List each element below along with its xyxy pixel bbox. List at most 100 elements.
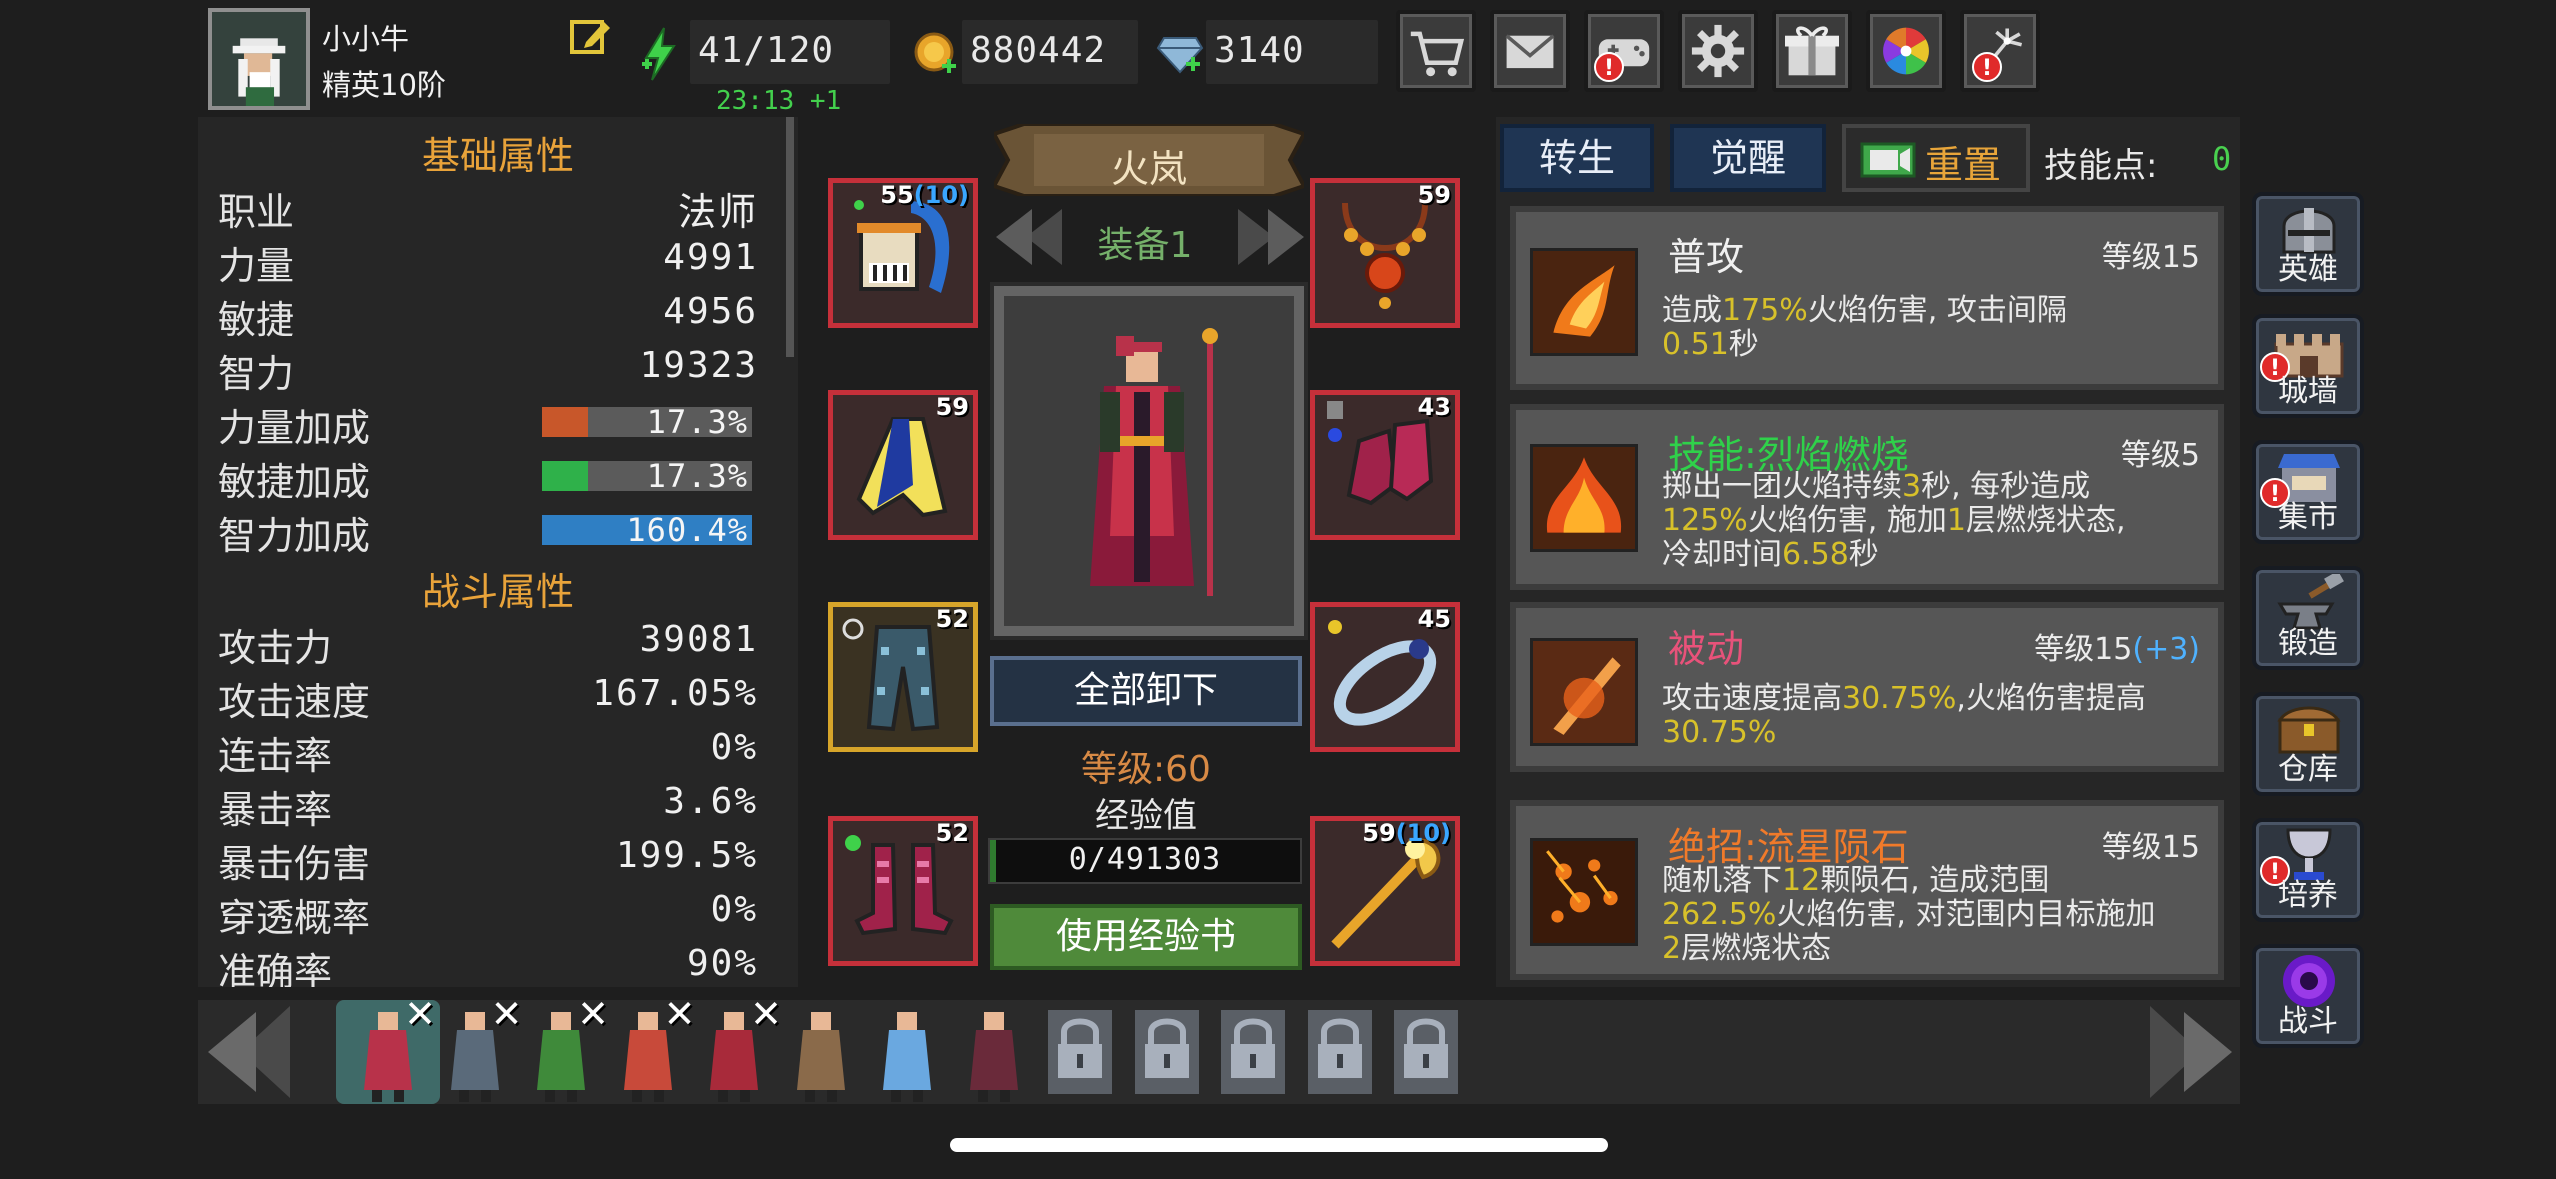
- nav-warehouse-button[interactable]: 仓库: [2252, 692, 2364, 796]
- avatar-portrait-icon: [212, 12, 306, 106]
- mail-icon: [1505, 34, 1555, 69]
- skill-desc-text: 秒: [1728, 327, 1759, 362]
- strength-bonus-bar: 17.3%: [542, 403, 752, 441]
- stat-value-accuracy: 90%: [686, 943, 758, 984]
- rebirth-tab[interactable]: 转生: [1500, 124, 1654, 192]
- skill-level-bonus: (+3): [2132, 632, 2200, 667]
- arrow-right-icon: [1238, 209, 1304, 265]
- color-wheel-icon: [1883, 27, 1929, 75]
- reset-label: 重置: [1925, 143, 2002, 187]
- stat-label-intelligence-bonus: 智力加成: [218, 514, 371, 558]
- skill-card-basic-attack[interactable]: 普攻 等级15 造成175%火焰伤害, 攻击间隔 0.51秒: [1510, 206, 2224, 390]
- strength-bonus-fill: [542, 407, 588, 437]
- skill-desc-text: 冷却时间: [1662, 537, 1782, 572]
- equip-slot-helmet[interactable]: 55(10): [828, 178, 978, 328]
- arrow-right-icon: [2150, 1006, 2232, 1098]
- pants-level: 52: [935, 605, 969, 633]
- use-exp-book-button[interactable]: 使用经验书: [990, 904, 1302, 970]
- skill-desc-text: 层燃烧状态,: [1965, 503, 2126, 538]
- skill-desc-value: 125%: [1662, 503, 1748, 538]
- stamina-regen-timer: 23:13 +1: [716, 86, 842, 116]
- fireworks-alert-badge: !: [1972, 52, 2002, 82]
- skill-level: 等级15(+3): [2034, 632, 2200, 667]
- meteor-icon: [1533, 841, 1635, 943]
- skill-level: 等级15: [2101, 830, 2200, 865]
- skill-desc-text: 造成: [1662, 293, 1722, 328]
- settings-button[interactable]: [1678, 10, 1758, 92]
- settings-gear-icon: [1691, 24, 1745, 78]
- stat-label-crit-rate: 暴击率: [218, 788, 333, 832]
- stat-value-class: 法师: [677, 190, 758, 234]
- skill-description: 掷出一团火焰持续3秒, 每秒造成 125%火焰伤害, 施加1层燃烧状态, 冷却时间6…: [1662, 470, 2222, 572]
- nav-wall-label: 城墙: [2278, 374, 2338, 409]
- arrow-left-icon: [208, 1006, 290, 1098]
- skill-desc-text: ,火焰伤害提高: [1956, 681, 2146, 716]
- mail-button[interactable]: [1490, 10, 1570, 92]
- skill-desc-value: 30.75%: [1662, 715, 1777, 750]
- stats-scrollbar[interactable]: [786, 117, 794, 357]
- gloves-level: 43: [1417, 393, 1451, 421]
- roster-prev-button[interactable]: [200, 1002, 296, 1102]
- minigame-button[interactable]: [1584, 10, 1664, 92]
- color-wheel-button[interactable]: [1866, 10, 1946, 92]
- flame-burst-icon: [1533, 447, 1635, 549]
- nav-wall-button[interactable]: ! 城墙: [2252, 314, 2364, 418]
- gift-icon: [1785, 26, 1839, 76]
- skill-name: 被动: [1668, 627, 1745, 671]
- equip-slot-staff[interactable]: 59(10): [1310, 816, 1460, 966]
- skill-card-passive[interactable]: 被动 等级15(+3) 攻击速度提高30.75%,火焰伤害提高 30.75%: [1510, 602, 2224, 772]
- stat-label-accuracy: 准确率: [218, 950, 333, 987]
- helmet-level: 55(10): [880, 181, 969, 209]
- stat-value-intelligence: 19323: [639, 345, 758, 386]
- skill-description: 随机落下12颗陨石, 造成范围 262.5%火焰伤害, 对范围内目标施加 2层燃烧状…: [1662, 864, 2222, 966]
- nav-hero-button[interactable]: 英雄: [2252, 192, 2364, 296]
- equip-slot-cloak[interactable]: 59: [828, 390, 978, 540]
- combat-attributes-title: 战斗属性: [421, 570, 574, 614]
- hero-slot-locked-5[interactable]: [1374, 1000, 1478, 1104]
- equip-slot-pants[interactable]: 52: [828, 602, 978, 752]
- fireworks-button[interactable]: [1960, 10, 2040, 92]
- skill-desc-value: 2: [1662, 931, 1682, 966]
- stat-value-combo-rate: 0%: [710, 727, 758, 768]
- nav-forge-button[interactable]: 锻造: [2252, 566, 2364, 670]
- equip-slot-ring[interactable]: 45: [1310, 602, 1460, 752]
- skill-desc-text: 攻击速度提高: [1662, 681, 1842, 716]
- player-avatar[interactable]: [208, 8, 310, 110]
- stats-panel[interactable]: 基础属性 职业 法师 力量 4991 敏捷 4956 智力 19323 力量加成…: [198, 117, 798, 987]
- stat-value-penetration: 0%: [710, 889, 758, 930]
- next-equip-set-button[interactable]: [1236, 205, 1308, 269]
- skill-desc-text: 火焰伤害, 对范围内目标施加: [1776, 897, 2156, 932]
- skill-description: 造成175%火焰伤害, 攻击间隔 0.51秒: [1662, 294, 2222, 362]
- stat-label-attack: 攻击力: [218, 626, 333, 670]
- nav-cultivate-button[interactable]: ! 培养: [2252, 818, 2364, 922]
- shop-cart-icon: [1410, 31, 1465, 77]
- equip-slot-necklace[interactable]: 59: [1310, 178, 1460, 328]
- shop-button[interactable]: [1396, 10, 1476, 92]
- agility-bonus-bar: 17.3%: [542, 457, 752, 495]
- fire-bird-icon: [1533, 251, 1635, 353]
- nav-market-button[interactable]: ! 集市: [2252, 440, 2364, 544]
- equip-slot-gloves[interactable]: 43: [1310, 390, 1460, 540]
- stat-label-agility-bonus: 敏捷加成: [218, 460, 371, 504]
- skill-level: 等级5: [2120, 438, 2200, 473]
- exp-progress-bar: 0/491303: [988, 838, 1302, 884]
- stat-value-crit-rate: 3.6%: [663, 781, 758, 822]
- skill-card-active[interactable]: 技能:烈焰燃烧 等级5 掷出一团火焰持续3秒, 每秒造成 125%火焰伤害, 施加…: [1510, 404, 2224, 590]
- hero-portrait: [990, 282, 1308, 640]
- unequip-all-button[interactable]: 全部卸下: [990, 656, 1302, 726]
- home-indicator[interactable]: [950, 1138, 1608, 1152]
- edit-name-icon[interactable]: [568, 14, 612, 58]
- awaken-tab[interactable]: 觉醒: [1670, 124, 1826, 192]
- stat-label-penetration: 穿透概率: [218, 896, 371, 940]
- skill-desc-text: 秒: [1848, 537, 1879, 572]
- skill-desc-value: 0.51: [1662, 327, 1729, 362]
- gift-button[interactable]: [1772, 10, 1852, 92]
- roster-next-button[interactable]: [2144, 1002, 2240, 1102]
- skill-card-ultimate[interactable]: 绝招:流星陨石 等级15 随机落下12颗陨石, 造成范围 262.5%火焰伤害, …: [1510, 800, 2224, 980]
- nav-forge-label: 锻造: [2278, 626, 2338, 661]
- equip-slot-boots[interactable]: 52: [828, 816, 978, 966]
- stat-label-crit-damage: 暴击伤害: [218, 842, 371, 886]
- nav-battle-button[interactable]: 战斗: [2252, 944, 2364, 1048]
- video-ad-icon: [1860, 140, 1916, 180]
- boots-level: 52: [935, 819, 969, 847]
